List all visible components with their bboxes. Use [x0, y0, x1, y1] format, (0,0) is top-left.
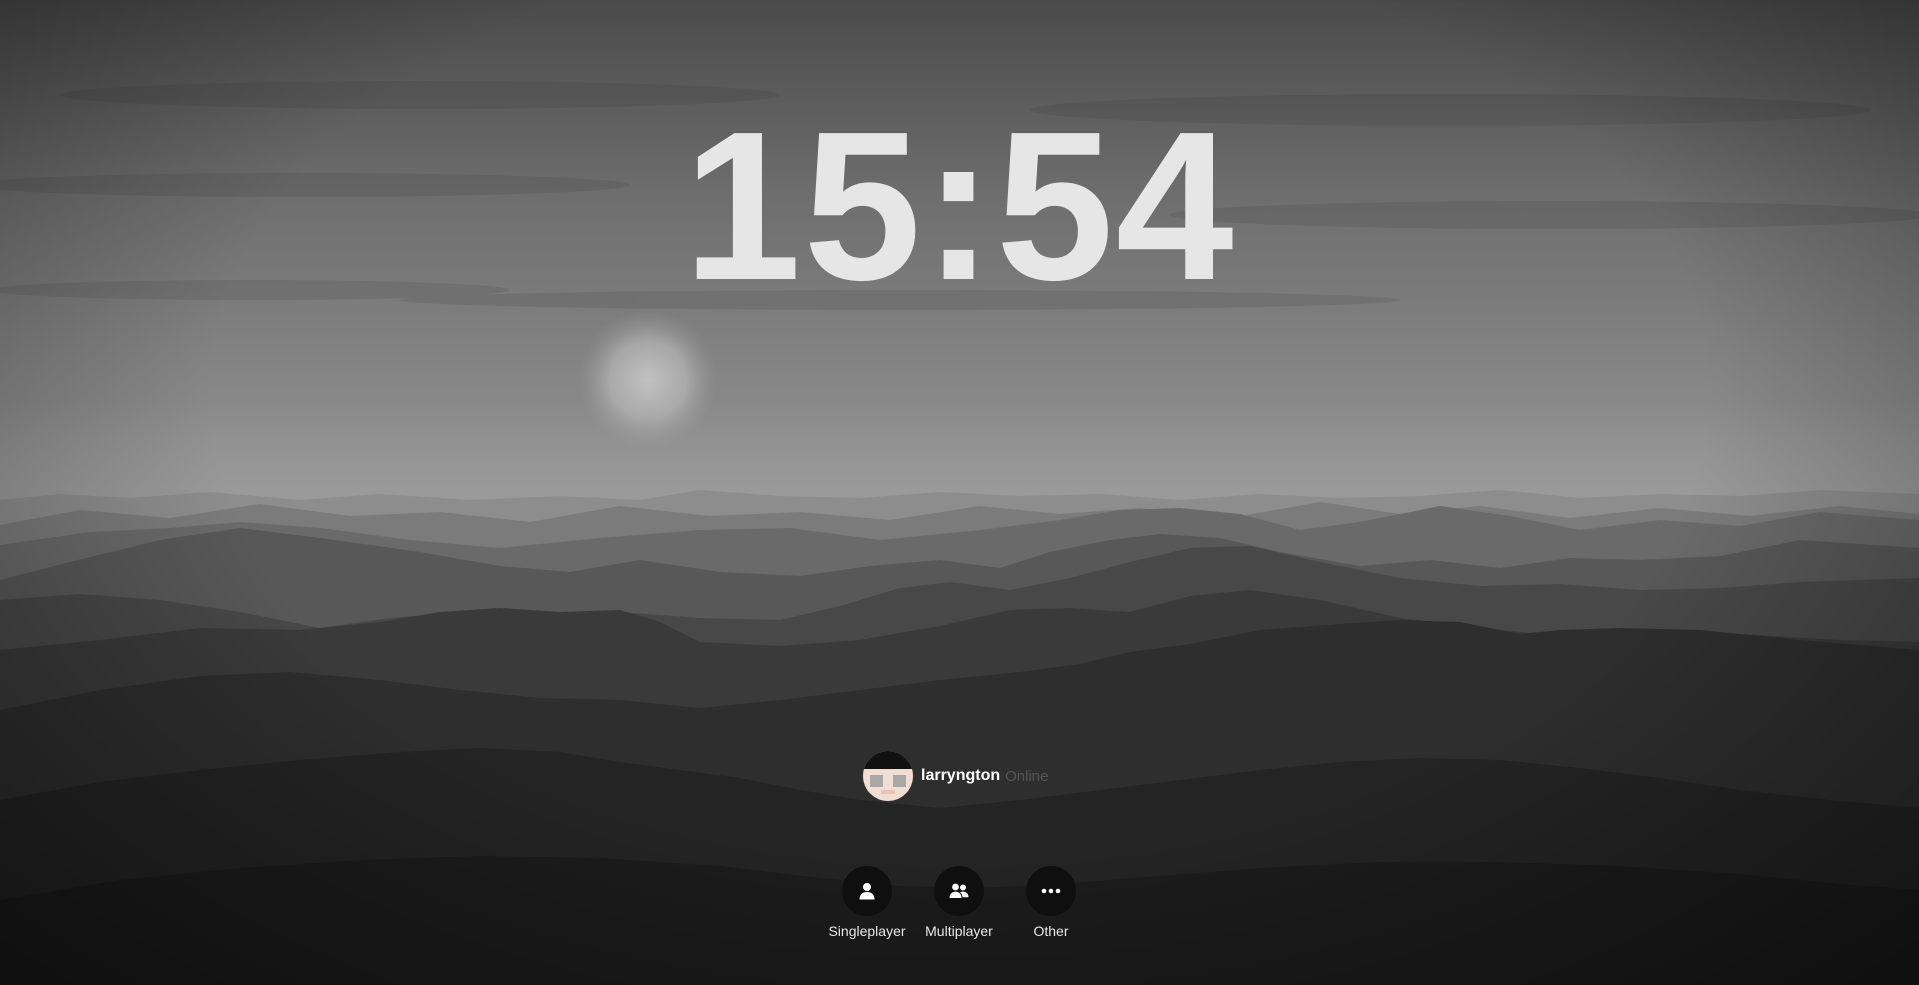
other-label: Other [1033, 923, 1069, 939]
person-icon [859, 883, 875, 900]
singleplayer-action[interactable]: Singleplayer [817, 866, 917, 939]
online-status-label: Online [1005, 767, 1049, 785]
player-profile[interactable]: larryngton Online [863, 751, 1048, 801]
singleplayer-button[interactable] [842, 866, 892, 916]
multiplayer-action[interactable]: Multiplayer [909, 866, 1009, 939]
more-dots-icon [1041, 888, 1061, 894]
multiplayer-button[interactable] [934, 866, 984, 916]
singleplayer-label: Singleplayer [828, 923, 906, 939]
people-icon [949, 883, 969, 898]
clock-display: 15:54 [683, 87, 1236, 324]
username-label: larryngton [921, 767, 1001, 784]
player-head-avatar[interactable] [863, 751, 913, 801]
other-action[interactable]: Other [1001, 866, 1101, 939]
other-button[interactable] [1026, 866, 1076, 916]
main-menu-screen: 15:54 larryngton Online Singleplayer Mul… [0, 0, 1919, 985]
multiplayer-label: Multiplayer [925, 923, 993, 939]
